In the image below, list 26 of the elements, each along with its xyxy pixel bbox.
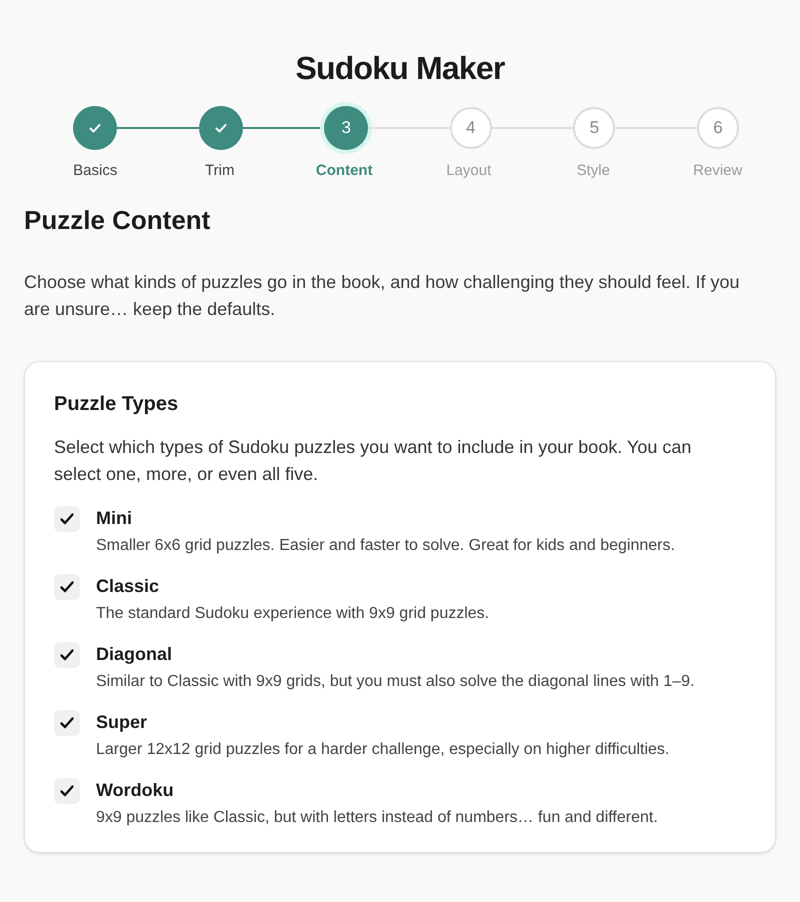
option-name: Super (96, 710, 148, 734)
step-label: Basics (72, 161, 118, 181)
checkbox[interactable] (54, 574, 80, 600)
step-label: Trim (204, 161, 236, 181)
step-label: Layout (445, 161, 492, 181)
option-description: Larger 12x12 grid puzzles for a harder challenge, especially on higher difficulties. (96, 740, 670, 760)
checkbox[interactable] (54, 778, 80, 804)
checkbox[interactable] (54, 506, 80, 532)
option-name: Wordoku (96, 778, 175, 802)
option-name: Mini (96, 506, 133, 530)
section-heading: Puzzle Content (24, 204, 212, 236)
option-description: Smaller 6x6 grid puzzles. Easier and faster to solve. Great for kids and beginners. (96, 536, 676, 556)
app-title: Sudoku Maker (294, 49, 506, 88)
option-description: 9x9 puzzles like Classic, but with letters instead of numbers… fun and different. (96, 808, 659, 828)
step-label: Content (314, 161, 374, 181)
option-description: Similar to Classic with 9x9 grids, but you must also solve the diagonal lines with 1–9. (96, 672, 696, 692)
option-description: The standard Sudoku experience with 9x9 grid puzzles. (96, 604, 490, 624)
card-description: Select which types of Sudoku puzzles you want to include in your book. You can select one, more, or even all five. (54, 436, 692, 486)
checkbox[interactable] (54, 642, 80, 668)
step-label: Review (692, 161, 744, 181)
checkbox[interactable] (54, 710, 80, 736)
step-label: Style (576, 161, 611, 181)
option-name: Diagonal (96, 642, 174, 666)
section-intro: Choose what kinds of puzzles go in the book, and how challenging they should feel. If you are unsure… keep the defaults. (24, 270, 740, 321)
option-name: Classic (96, 574, 160, 598)
card-title: Puzzle Types (54, 392, 180, 416)
